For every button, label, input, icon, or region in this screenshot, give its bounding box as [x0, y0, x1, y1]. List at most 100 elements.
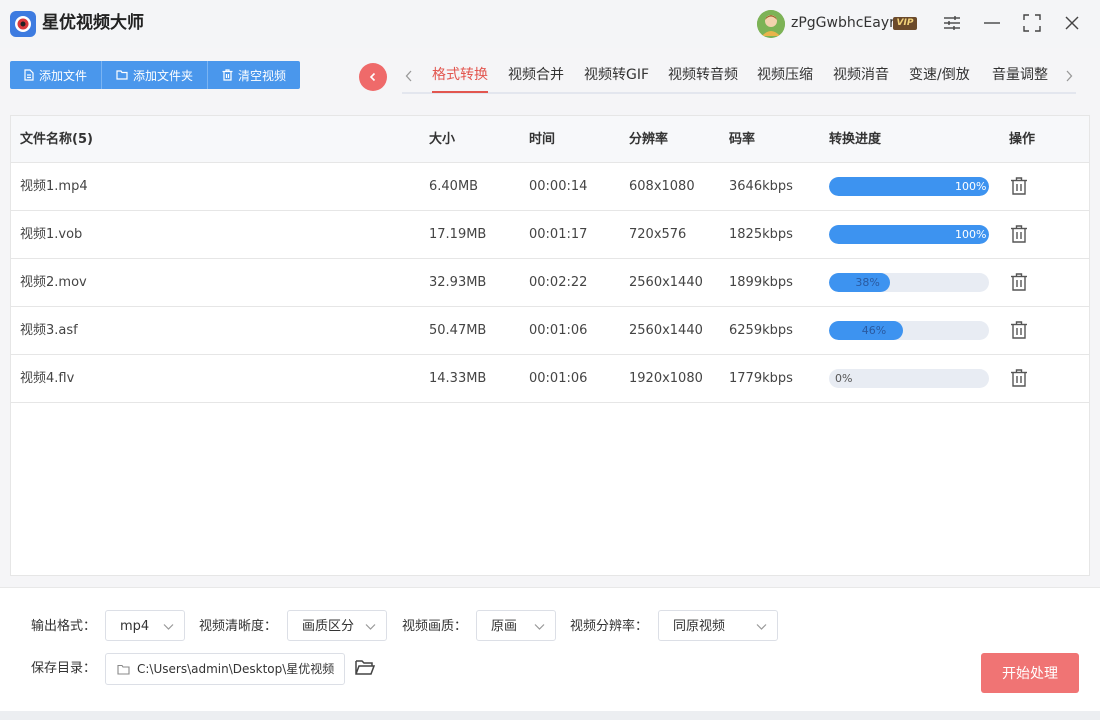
output-format-select[interactable]: mp4	[105, 610, 185, 641]
trash-icon	[1011, 177, 1027, 195]
chevron-down-icon	[756, 624, 767, 630]
trash-icon	[1011, 369, 1027, 387]
progress-label: 38%	[855, 276, 880, 289]
chevron-left-icon	[369, 72, 376, 82]
header-resolution: 分辨率	[629, 132, 669, 147]
conversion-progress-bar: 100%	[829, 225, 989, 244]
file-bitrate: 3646kbps	[729, 179, 793, 194]
tabs-prev-icon[interactable]	[402, 68, 416, 84]
delete-row-button[interactable]	[1009, 224, 1029, 244]
tab-volume-adjust[interactable]: 音量调整	[992, 66, 1048, 84]
app-logo-icon	[10, 11, 36, 37]
conversion-progress-bar: 100%	[829, 177, 989, 196]
table-row[interactable]: 视频3.asf 50.47MB 00:01:06 2560x1440 6259k…	[11, 307, 1089, 355]
open-folder-icon	[355, 660, 376, 675]
tab-video-to-gif[interactable]: 视频转GIF	[584, 66, 649, 84]
file-bitrate: 1779kbps	[729, 371, 793, 386]
file-size: 14.33MB	[429, 371, 487, 386]
file-toolbar: 添加文件 添加文件夹 清空视频	[10, 61, 301, 89]
header-time: 时间	[529, 132, 556, 147]
delete-row-button[interactable]	[1009, 320, 1029, 340]
tab-video-to-audio[interactable]: 视频转音频	[668, 66, 738, 84]
file-size: 6.40MB	[429, 179, 479, 194]
delete-row-button[interactable]	[1009, 368, 1029, 388]
clarity-label: 视频清晰度：	[199, 619, 278, 634]
resolution-select[interactable]: 同原视频	[658, 610, 778, 641]
progress-label: 100%	[955, 228, 987, 241]
trash-icon	[1011, 225, 1027, 243]
file-resolution: 2560x1440	[629, 275, 703, 290]
table-header: 文件名称(5) 大小 时间 分辨率 码率 转换进度 操作	[11, 116, 1089, 163]
table-row[interactable]: 视频4.flv 14.33MB 00:01:06 1920x1080 1779k…	[11, 355, 1089, 403]
file-name: 视频1.vob	[20, 227, 83, 242]
file-name: 视频1.mp4	[20, 179, 88, 194]
start-processing-button[interactable]: 开始处理	[981, 653, 1079, 693]
file-duration: 00:00:14	[529, 179, 588, 194]
file-size: 17.19MB	[429, 227, 487, 242]
folder-icon	[117, 664, 130, 675]
output-format-value: mp4	[120, 619, 150, 634]
table-row[interactable]: 视频2.mov 32.93MB 00:02:22 2560x1440 1899k…	[11, 259, 1089, 307]
table-row[interactable]: 视频1.mp4 6.40MB 00:00:14 608x1080 3646kbp…	[11, 163, 1089, 211]
trash-icon	[222, 69, 233, 81]
chevron-down-icon	[163, 624, 174, 630]
maximize-icon[interactable]	[1021, 12, 1043, 34]
trash-icon	[1011, 273, 1027, 291]
header-action: 操作	[1009, 132, 1036, 147]
quality-select[interactable]: 原画	[476, 610, 556, 641]
minimize-icon[interactable]	[981, 12, 1003, 34]
file-duration: 00:02:22	[529, 275, 588, 290]
tabs-next-icon[interactable]	[1062, 68, 1076, 84]
title-bar: 星优视频大师 zPgGwbhcEayr VIP	[0, 0, 1100, 48]
collapse-panel-button[interactable]	[359, 63, 387, 91]
chevron-down-icon	[534, 624, 545, 630]
add-file-label: 添加文件	[39, 68, 88, 83]
file-name: 视频4.flv	[20, 371, 75, 386]
chevron-down-icon	[365, 624, 376, 630]
save-dir-value: C:\Users\admin\Desktop\星优视频	[137, 662, 335, 676]
folder-icon	[116, 70, 128, 80]
file-duration: 00:01:17	[529, 227, 588, 242]
add-file-button[interactable]: 添加文件	[10, 61, 103, 89]
file-resolution: 2560x1440	[629, 323, 703, 338]
table-row[interactable]: 视频1.vob 17.19MB 00:01:17 720x576 1825kbp…	[11, 211, 1089, 259]
add-folder-button[interactable]: 添加文件夹	[102, 61, 209, 89]
delete-row-button[interactable]	[1009, 176, 1029, 196]
file-resolution: 720x576	[629, 227, 687, 242]
trash-icon	[1011, 321, 1027, 339]
settings-sliders-icon[interactable]	[941, 12, 963, 34]
clear-videos-button[interactable]: 清空视频	[208, 61, 300, 89]
tab-video-mute[interactable]: 视频消音	[833, 66, 889, 84]
tab-video-merge[interactable]: 视频合并	[508, 66, 564, 84]
tab-format-convert[interactable]: 格式转换	[432, 66, 488, 84]
clarity-select[interactable]: 画质区分	[287, 610, 387, 641]
conversion-progress-bar: 38%	[829, 273, 989, 292]
conversion-progress-bar: 0%	[829, 369, 989, 388]
username[interactable]: zPgGwbhcEayr	[791, 14, 895, 32]
tab-video-compress[interactable]: 视频压缩	[757, 66, 813, 84]
close-icon[interactable]	[1061, 12, 1083, 34]
file-bitrate: 1825kbps	[729, 227, 793, 242]
file-bitrate: 1899kbps	[729, 275, 793, 290]
add-folder-label: 添加文件夹	[133, 68, 194, 83]
progress-label: 100%	[955, 180, 987, 193]
avatar[interactable]	[757, 10, 785, 38]
quality-value: 原画	[491, 619, 518, 634]
browse-folder-button[interactable]	[354, 657, 376, 679]
header-name: 文件名称(5)	[20, 132, 93, 147]
tab-speed-reverse[interactable]: 变速/倒放	[909, 66, 970, 84]
header-progress: 转换进度	[829, 132, 882, 147]
progress-label: 0%	[835, 372, 853, 385]
delete-row-button[interactable]	[1009, 272, 1029, 292]
file-name: 视频3.asf	[20, 323, 78, 338]
file-duration: 00:01:06	[529, 323, 588, 338]
resolution-label: 视频分辨率：	[570, 619, 649, 634]
header-bitrate: 码率	[729, 132, 756, 147]
output-format-label: 输出格式：	[31, 619, 97, 634]
active-tab-indicator	[432, 91, 488, 93]
save-dir-input[interactable]: C:\Users\admin\Desktop\星优视频	[105, 653, 345, 685]
app-title: 星优视频大师	[42, 13, 144, 33]
header-size: 大小	[429, 132, 456, 147]
output-settings-panel: 输出格式： mp4 视频清晰度： 画质区分 视频画质： 原画 视频分辨率： 同原…	[0, 587, 1100, 711]
conversion-progress-bar: 46%	[829, 321, 989, 340]
